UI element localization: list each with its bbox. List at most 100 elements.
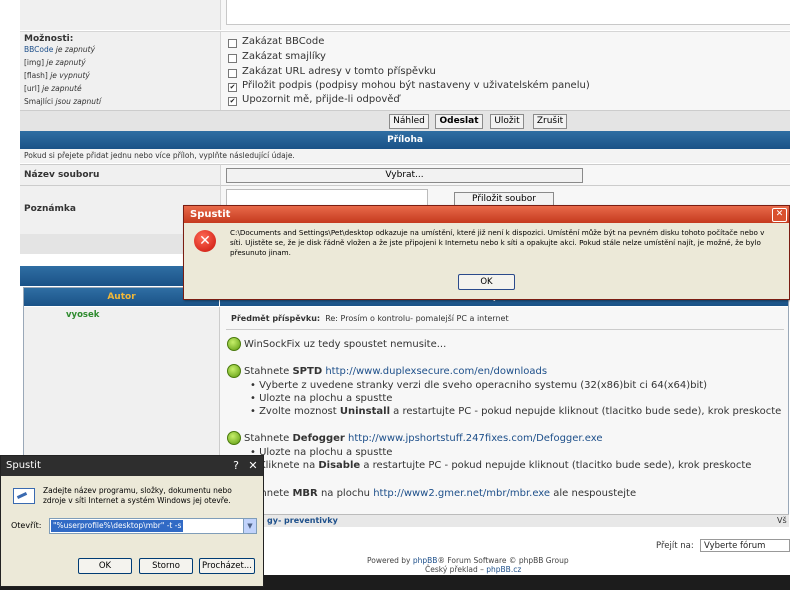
- jump-label: Přejít na:: [656, 541, 694, 551]
- tip-icon: [227, 431, 241, 445]
- open-input[interactable]: "%userprofile%\desktop\mbr" -t -s: [51, 520, 184, 532]
- post-bullet: • Ulozte na plochu a spustte: [250, 393, 393, 404]
- jump-select[interactable]: Vyberte fórum: [700, 539, 790, 552]
- post-bullet: • Zvolte moznost Uninstall a restartujte…: [250, 406, 782, 417]
- author-name[interactable]: vyosek: [66, 310, 99, 320]
- mbr-name: MBR: [292, 488, 318, 499]
- submit-row: Náhled Odeslat Uložit Zrušit: [20, 110, 790, 131]
- disable-urls-checkbox[interactable]: [228, 69, 237, 78]
- run-dialog: Spustit ? ✕ Zadejte název programu, slož…: [0, 455, 264, 587]
- run-ok-button[interactable]: OK: [78, 558, 132, 574]
- text: Ulozte na plochu a spustte: [259, 393, 393, 404]
- phpbb-cz-link[interactable]: phpBB.cz: [486, 565, 521, 574]
- text: Stahnete: [244, 433, 293, 444]
- defogger-link[interactable]: http://www.jpshortstuff.247fixes.com/Def…: [348, 433, 603, 444]
- error-dialog: Spustit ✕ ✕ C:\Documents and Settings\Pe…: [183, 205, 790, 300]
- topic-footer-link[interactable]: gy- preventivky: [267, 515, 338, 527]
- status-name: Smajlíci: [24, 97, 54, 106]
- submit-button[interactable]: Odeslat: [435, 114, 483, 129]
- help-icon[interactable]: ?: [229, 459, 243, 472]
- status-text: je zapnutý: [53, 45, 96, 54]
- note-label: Poznámka: [24, 204, 76, 214]
- error-message: C:\Documents and Settings\Pet\desktop od…: [230, 228, 765, 257]
- textarea-right-cell: [221, 0, 790, 30]
- close-icon[interactable]: ✕: [772, 208, 787, 222]
- status-flash: [flash] je vypnutý: [24, 71, 90, 80]
- tip-icon: [227, 364, 241, 378]
- options-left-cell: Možnosti: BBCode je zapnutý [img] je zap…: [20, 31, 221, 110]
- mbr-link[interactable]: http://www2.gmer.net/mbr/mbr.exe: [373, 488, 550, 499]
- preview-button[interactable]: Náhled: [389, 114, 429, 129]
- error-dialog-titlebar[interactable]: Spustit ✕: [184, 206, 789, 223]
- text: Zvolte moznost: [259, 406, 340, 417]
- text: Powered by: [367, 556, 413, 565]
- text: Český překlad –: [425, 565, 487, 574]
- disable-bbcode-label: Zakázat BBCode: [242, 36, 325, 47]
- run-browse-button[interactable]: Procházet...: [199, 558, 255, 574]
- attach-signature-label: Přiložit podpis (podpisy mohou být nasta…: [242, 80, 590, 91]
- open-combobox[interactable]: "%userprofile%\desktop\mbr" -t -s ▼: [49, 518, 257, 534]
- translation: Český překlad – phpBB.cz: [425, 565, 521, 574]
- bold-text: Uninstall: [339, 406, 390, 417]
- disable-smilies-label: Zakázat smajlíky: [242, 51, 326, 62]
- text: Stahnete: [244, 366, 293, 377]
- text: Vyberte z uvedene stranky verzi dle sveh…: [259, 380, 708, 391]
- chevron-down-icon[interactable]: ▼: [243, 519, 256, 533]
- post-line-mbr: Stahnete MBR na plochu http://www2.gmer.…: [244, 488, 636, 499]
- status-text: je zapnuté: [39, 84, 82, 93]
- phpbb-link[interactable]: phpBB: [413, 556, 438, 565]
- attachment-hint: Pokud si přejete přidat jednu nebo více …: [20, 149, 790, 163]
- run-cancel-button[interactable]: Storno: [139, 558, 193, 574]
- notify-reply-checkbox[interactable]: ✔: [228, 97, 237, 106]
- run-description: Zadejte název programu, složky, dokument…: [43, 486, 232, 505]
- text: ® Forum Software © phpBB Group: [437, 556, 569, 565]
- close-icon[interactable]: ✕: [246, 459, 260, 472]
- subject-text: Re: Prosím o kontrolu- pomalejší PC a in…: [325, 314, 509, 323]
- run-program-icon: [13, 488, 35, 504]
- post-line-winsockfix: WinSockFix uz tedy spoustet nemusite...: [244, 339, 447, 350]
- run-dialog-title: Spustit: [6, 460, 41, 471]
- status-img: [img] je zapnutý: [24, 58, 86, 67]
- attach-signature-checkbox[interactable]: ✔: [228, 83, 237, 92]
- post-bullet: • Ulozte na plochu a spustte: [250, 447, 393, 458]
- text: a restartujte PC - pokud nepujde kliknou…: [390, 406, 782, 417]
- options-title: Možnosti:: [24, 34, 74, 44]
- text: na plochu: [317, 488, 374, 499]
- text: ale nespoustejte: [550, 488, 637, 499]
- status-smilies: Smajlíci jsou zapnutí: [24, 97, 101, 106]
- options-right-cell: Zakázat BBCode Zakázat smajlíky Zakázat …: [221, 31, 790, 110]
- status-name: [img]: [24, 58, 45, 67]
- post-bullet: • Kliknete na Disable a restartujte PC -…: [250, 460, 751, 471]
- status-text: je zapnutý: [44, 58, 86, 67]
- error-dialog-title: Spustit: [190, 209, 231, 220]
- powered-by: Powered by phpBB® Forum Software © phpBB…: [367, 556, 569, 565]
- subject-divider: [226, 329, 784, 330]
- bbcode-link[interactable]: BBCode: [24, 45, 53, 54]
- text: Kliknete na: [259, 460, 319, 471]
- status-name: [flash]: [24, 71, 48, 80]
- cancel-button[interactable]: Zrušit: [533, 114, 567, 129]
- post-line-sptd: Stahnete SPTD http://www.duplexsecure.co…: [244, 366, 547, 377]
- textarea-left-cell: [20, 0, 221, 30]
- attachment-header: Příloha: [20, 131, 790, 149]
- run-dialog-titlebar[interactable]: Spustit ? ✕: [1, 456, 263, 476]
- topic-footer-right: Vš: [777, 516, 787, 525]
- sptd-link[interactable]: http://www.duplexsecure.com/en/downloads: [325, 366, 547, 377]
- filename-right-cell: Vybrat...: [221, 164, 790, 185]
- tip-icon: [227, 337, 241, 351]
- text: Ulozte na plochu a spustte: [259, 447, 393, 458]
- post-bullet: • Vyberte z uvedene stranky verzi dle sv…: [250, 380, 708, 391]
- save-button[interactable]: Uložit: [490, 114, 524, 129]
- subject-line: Předmět příspěvku: Re: Prosím o kontrolu…: [231, 314, 509, 323]
- message-textarea[interactable]: [226, 0, 790, 25]
- status-text: jsou zapnutí: [53, 97, 102, 106]
- defogger-name: Defogger: [292, 433, 345, 444]
- disable-smilies-checkbox[interactable]: [228, 54, 237, 63]
- subject-label: Předmět příspěvku:: [231, 314, 321, 323]
- error-ok-button[interactable]: OK: [458, 274, 515, 290]
- error-icon: ✕: [194, 230, 216, 252]
- disable-bbcode-checkbox[interactable]: [228, 39, 237, 48]
- browse-file-button[interactable]: Vybrat...: [226, 168, 583, 183]
- filename-label: Název souboru: [24, 170, 100, 180]
- text: a restartujte PC - pokud nepujde kliknou…: [360, 460, 752, 471]
